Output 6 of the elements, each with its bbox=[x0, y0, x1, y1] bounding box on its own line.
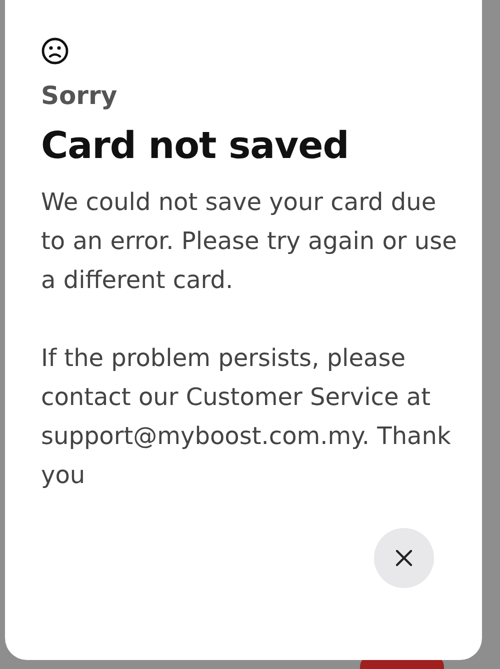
dialog-eyebrow: Sorry bbox=[41, 81, 118, 110]
dialog-title: Card not saved bbox=[41, 124, 350, 167]
close-icon bbox=[394, 548, 414, 568]
sad-face-icon bbox=[41, 37, 69, 65]
dialog-message: If the problem persists, please contact our Customer Service at support@myboost.com.my. Thank you bbox=[41, 343, 452, 491]
dialog-message: We could not save your card due to an error. Please try again or use a different card. bbox=[41, 187, 458, 296]
